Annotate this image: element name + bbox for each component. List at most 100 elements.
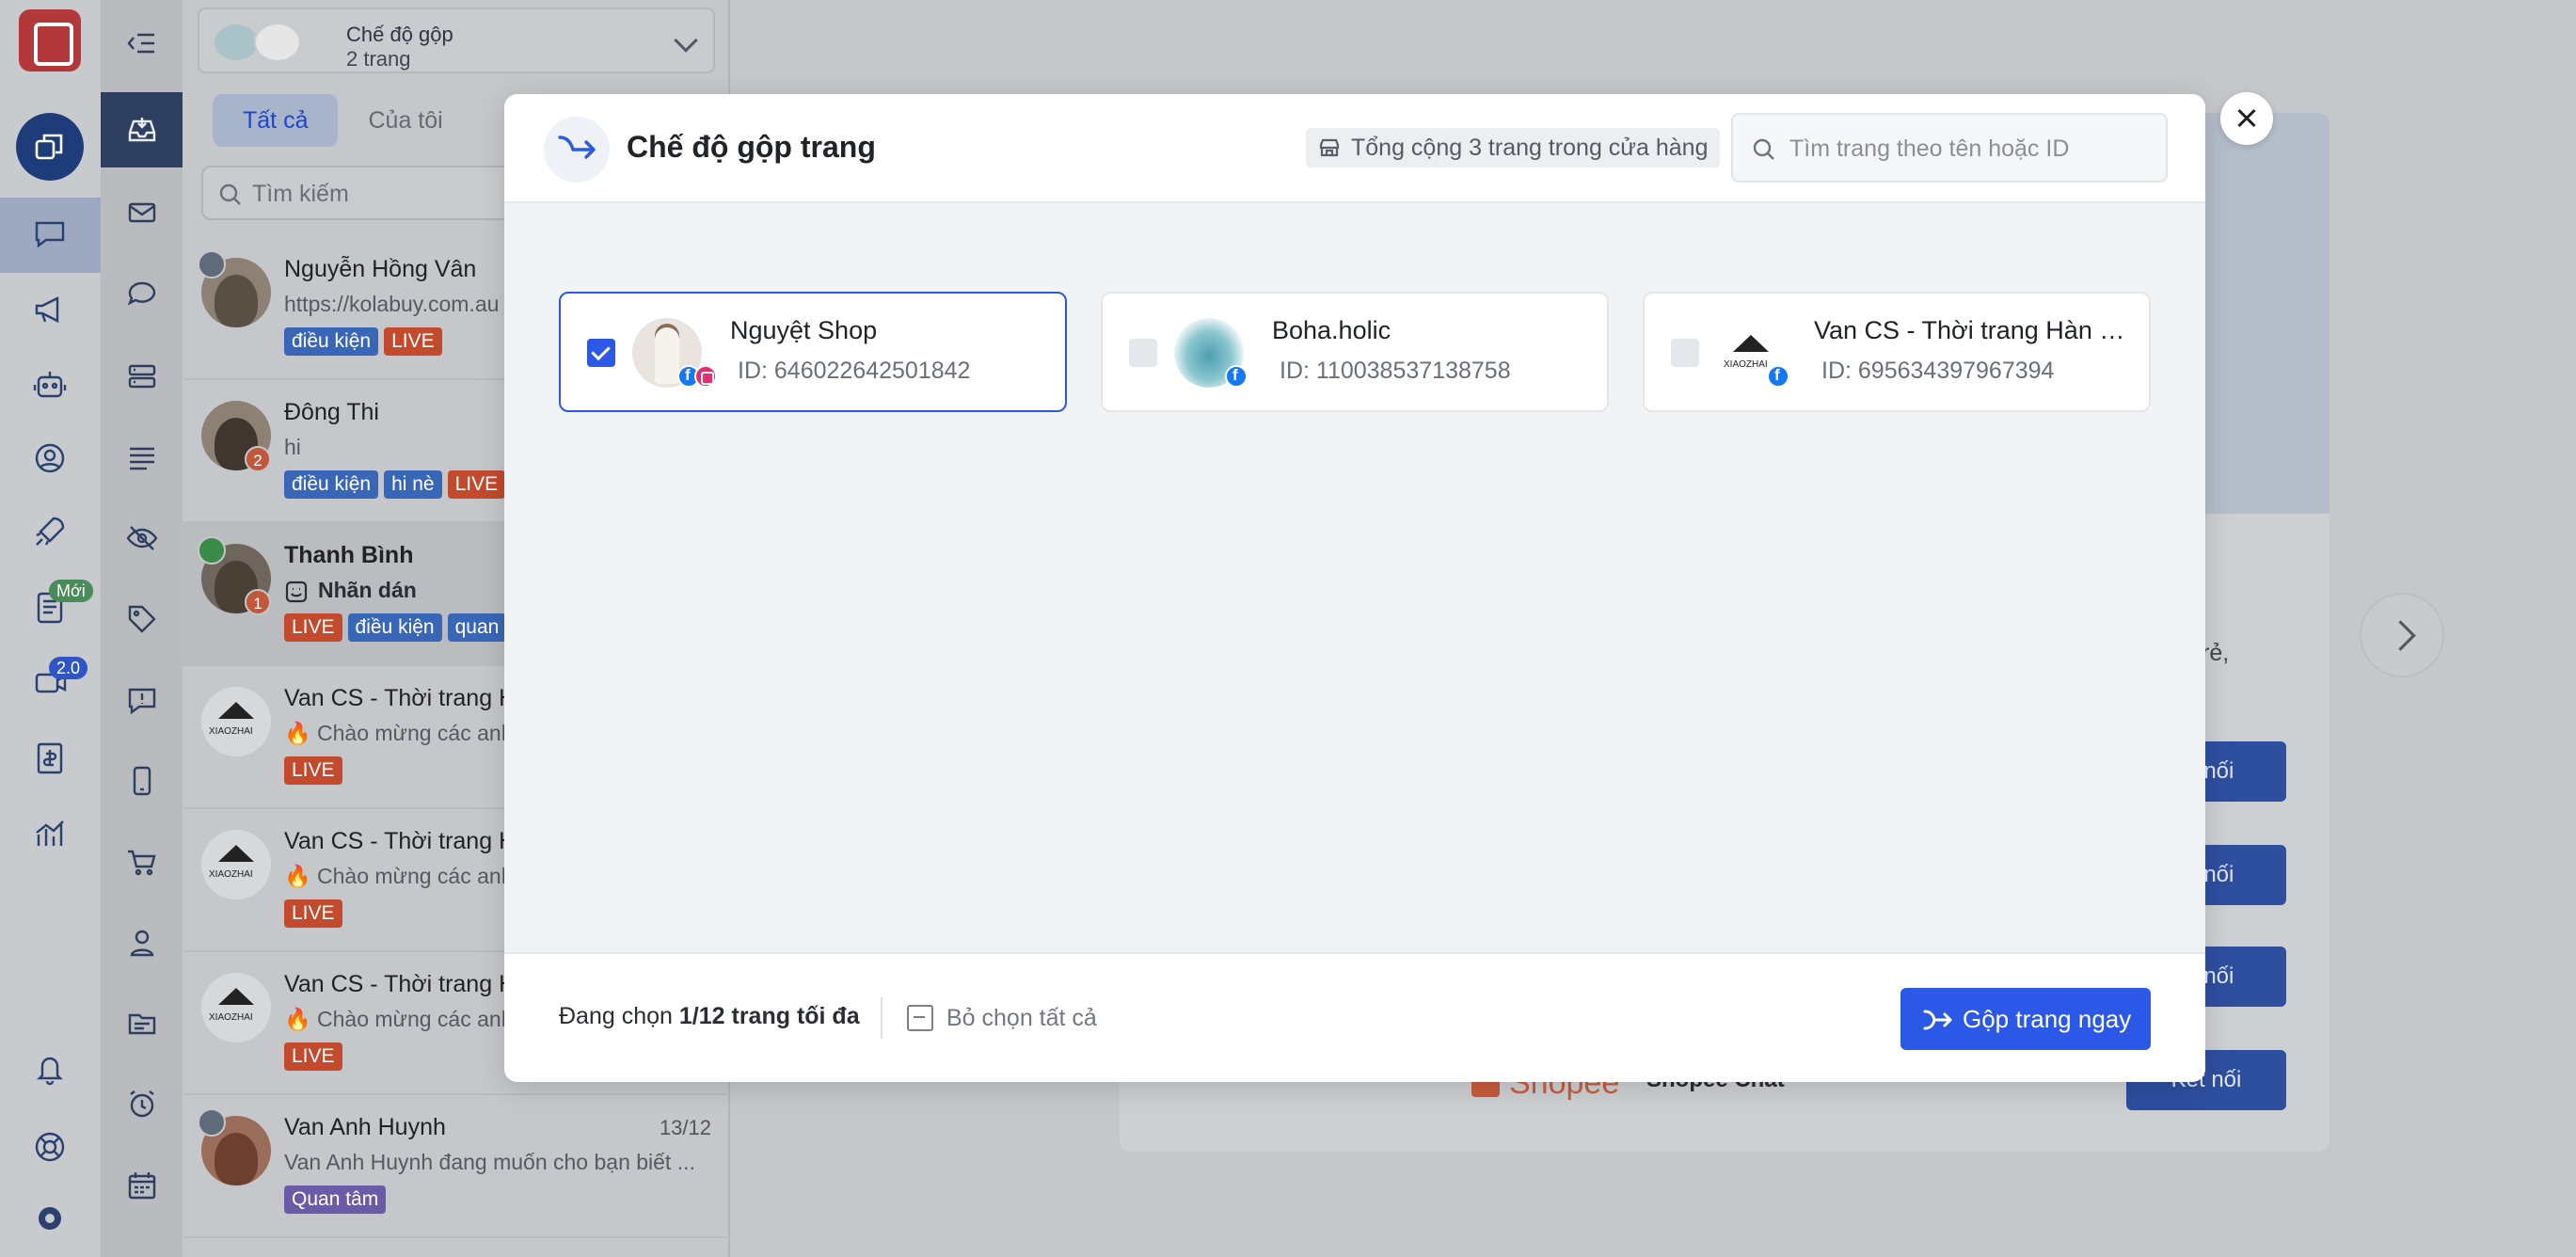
merge-arrow-icon xyxy=(1923,1010,1952,1030)
conversation-item[interactable]: Van Anh Huynh 13/12 Van Anh Huynh đang m… xyxy=(183,1095,730,1238)
search-icon xyxy=(219,183,241,205)
analytics-icon[interactable] xyxy=(23,805,77,860)
folder-icon[interactable] xyxy=(101,986,183,1061)
conversation-tags: LIVE điều kiện quan xyxy=(284,613,507,642)
conversation-name: Đông Thi xyxy=(284,399,379,425)
conversation-name: Van CS - Thời trang H xyxy=(284,971,517,997)
robot-icon[interactable] xyxy=(23,358,77,412)
tag-icon[interactable] xyxy=(101,581,183,657)
close-modal-button[interactable] xyxy=(2220,92,2273,145)
tag-label: hi nè xyxy=(384,470,442,499)
tab-mine[interactable]: Của tôi xyxy=(338,94,472,147)
bell-icon[interactable] xyxy=(23,1041,77,1095)
page-id: ID: 646022642501842 xyxy=(738,358,971,384)
page-card[interactable]: Boha.holic ID: 110038537138758 xyxy=(1101,292,1609,412)
page-checkbox[interactable] xyxy=(1671,339,1699,367)
merged-page-avatars xyxy=(213,21,316,64)
tag-label: LIVE xyxy=(284,1042,342,1071)
conversation-preview: Van Anh Huynh đang muốn cho bạn biết ... xyxy=(284,1150,695,1174)
mail-icon[interactable] xyxy=(101,175,183,250)
page-card[interactable]: Nguyệt Shop ID: 646022642501842 xyxy=(559,292,1067,412)
post-list-icon[interactable] xyxy=(101,339,183,414)
page-avatar xyxy=(254,23,301,62)
avatar xyxy=(201,687,271,756)
tag-label: điều kiện xyxy=(284,327,379,356)
conversation-tabs: Tất cả Của tôi xyxy=(213,94,473,147)
page-card[interactable]: Van CS - Thời trang Hàn Q... ID: 6956343… xyxy=(1643,292,2151,412)
total-pages-badge: Tổng cộng 3 trang trong cửa hàng xyxy=(1306,128,1720,167)
user-circle-icon[interactable] xyxy=(23,431,77,485)
page-selector-dropdown[interactable]: Chế độ gộp 2 trang xyxy=(198,8,715,73)
cart-icon[interactable] xyxy=(101,824,183,899)
invoice-icon[interactable] xyxy=(23,730,77,785)
conversation-tags: điều kiện LIVE xyxy=(284,327,442,356)
search-placeholder: Tìm kiếm xyxy=(252,181,349,207)
selection-count: Đang chọn 1/12 trang tối đa xyxy=(559,1003,860,1030)
page-name: Boha.holic xyxy=(1272,316,1391,344)
hidden-eye-icon[interactable] xyxy=(101,501,183,576)
merge-now-label: Gộp trang ngay xyxy=(1963,1005,2132,1033)
report-icon[interactable] xyxy=(101,662,183,738)
instagram-icon xyxy=(694,365,717,388)
comment-icon[interactable] xyxy=(101,256,183,331)
unread-badge: 1 xyxy=(245,589,271,615)
app-logo[interactable] xyxy=(19,9,81,72)
conversation-name: Van Anh Huynh xyxy=(284,1114,446,1140)
inbox-icon[interactable] xyxy=(101,92,183,167)
page-id: ID: 110038537138758 xyxy=(1280,358,1511,384)
tag-label: LIVE xyxy=(284,899,342,928)
selection-count-value: 1/12 trang tối đa xyxy=(678,1003,860,1029)
page-search-input[interactable] xyxy=(1789,128,2156,169)
calendar-icon[interactable] xyxy=(101,1148,183,1223)
avatar xyxy=(201,830,271,899)
panel-text-fragment: rẻ, xyxy=(2202,640,2230,666)
selection-count-prefix: Đang chọn xyxy=(559,1003,673,1029)
mobile-icon[interactable] xyxy=(101,743,183,819)
page-checkbox-checked[interactable] xyxy=(587,339,615,367)
page-selector-count: 2 trang xyxy=(346,47,411,71)
conversation-tags: LIVE xyxy=(284,1042,342,1071)
conversation-name: Van CS - Thời trang H xyxy=(284,828,517,854)
alarm-icon[interactable] xyxy=(101,1067,183,1142)
list-icon[interactable] xyxy=(101,420,183,495)
settings-gear-icon[interactable] xyxy=(23,1191,77,1246)
modal-header: Chế độ gộp trang Tổng cộng 3 trang trong… xyxy=(504,94,2205,203)
customer-icon[interactable] xyxy=(101,905,183,980)
merge-now-button[interactable]: Gộp trang ngay xyxy=(1900,988,2151,1050)
tag-label: điều kiện xyxy=(284,470,379,499)
page-name: Van CS - Thời trang Hàn Q... xyxy=(1814,316,2134,344)
app-rail: Mới 2.0 xyxy=(0,0,101,1257)
divider xyxy=(881,997,883,1039)
rocket-icon[interactable] xyxy=(23,504,77,559)
facebook-icon xyxy=(1767,365,1789,388)
merge-pages-modal: Chế độ gộp trang Tổng cộng 3 trang trong… xyxy=(504,94,2205,1082)
page-name: Nguyệt Shop xyxy=(730,316,878,344)
new-badge: Mới xyxy=(49,580,93,602)
tag-label: LIVE xyxy=(384,327,442,356)
tag-label: LIVE xyxy=(284,613,342,642)
conversation-tags: LIVE xyxy=(284,899,342,928)
page-checkbox[interactable] xyxy=(1129,339,1157,367)
conversation-tags: LIVE xyxy=(284,756,342,785)
megaphone-icon[interactable] xyxy=(23,282,77,337)
total-pages-text: Tổng cộng 3 trang trong cửa hàng xyxy=(1351,135,1709,161)
tag-label: điều kiện xyxy=(347,613,442,642)
sticker-icon xyxy=(285,581,308,603)
secondary-nav xyxy=(101,0,183,1257)
pages-icon[interactable] xyxy=(16,113,84,181)
chevron-right-icon[interactable] xyxy=(2360,593,2444,677)
support-icon[interactable] xyxy=(23,1120,77,1174)
version-badge: 2.0 xyxy=(49,657,88,679)
collapse-menu-icon[interactable] xyxy=(101,6,183,81)
page-selector-title: Chế độ gộp xyxy=(346,23,453,46)
tag-label: LIVE xyxy=(447,470,506,499)
conversation-name: Van CS - Thời trang H xyxy=(284,685,517,711)
tab-all[interactable]: Tất cả xyxy=(213,94,339,147)
chevron-down-icon xyxy=(674,28,698,53)
search-icon xyxy=(1753,138,1774,160)
merge-arrow-icon xyxy=(544,117,610,183)
conversation-tags: Quan tâm xyxy=(284,1185,387,1214)
tag-label: quan xyxy=(447,613,507,642)
chat-icon[interactable] xyxy=(23,207,77,262)
deselect-all-button[interactable]: Bỏ chọn tất cả xyxy=(907,1001,1097,1035)
